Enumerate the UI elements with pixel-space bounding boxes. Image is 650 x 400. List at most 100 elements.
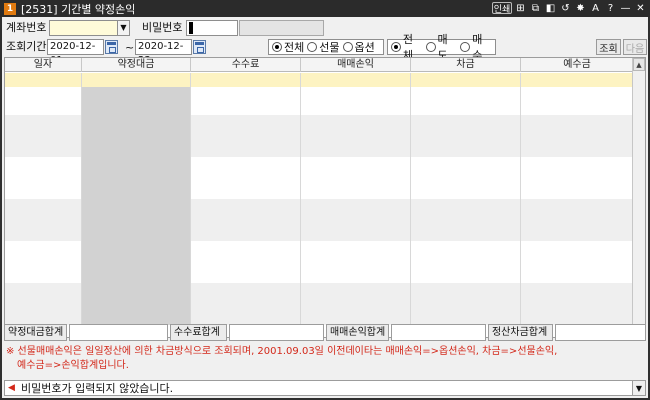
summary-label-pnl: 매매손익합계 <box>325 324 390 341</box>
table-cell <box>191 227 301 241</box>
refresh-icon[interactable]: ↺ <box>559 1 572 15</box>
title-icons: 인쇄 ⊞ ⧉ ◧ ↺ ✸ A ? — ✕ <box>492 1 647 15</box>
table-row[interactable] <box>5 213 633 227</box>
table-cell <box>301 283 411 297</box>
table-cell <box>521 129 633 143</box>
table-cell <box>191 143 301 157</box>
font-size-icon[interactable]: A <box>589 1 602 15</box>
window-title: [2531] 기간별 약정손익 <box>21 2 136 16</box>
table-cell <box>191 171 301 185</box>
table-cell <box>5 143 82 157</box>
table-row[interactable] <box>5 115 633 129</box>
table-cell <box>301 171 411 185</box>
summary-label-contract: 약정대금합계 <box>4 324 68 341</box>
close-icon[interactable]: ✕ <box>634 1 647 15</box>
minimize-icon[interactable]: — <box>619 1 632 15</box>
table-row[interactable] <box>5 227 633 241</box>
text-cursor <box>189 22 193 34</box>
table-cell <box>521 143 633 157</box>
table-cell <box>301 115 411 129</box>
table-row[interactable] <box>5 255 633 269</box>
account-label: 계좌번호 <box>6 21 47 34</box>
table-cell <box>82 143 191 157</box>
table-cell <box>82 185 191 199</box>
table-cell <box>82 213 191 227</box>
date-from-input[interactable]: 2020-12-01 <box>47 39 104 66</box>
table-row[interactable] <box>5 311 633 325</box>
radio-button[interactable] <box>272 42 282 52</box>
radio-button[interactable] <box>391 42 401 52</box>
table-cell <box>5 199 82 213</box>
radio-button[interactable] <box>460 42 471 52</box>
scroll-up-icon[interactable]: ▲ <box>633 58 645 71</box>
notice-line-1: ※ 선물매매손익은 일일정산에 의한 차금방식으로 조회되며, 2001.09.… <box>6 346 558 357</box>
password-info-field <box>239 20 324 36</box>
table-cell <box>411 157 521 171</box>
date-to-input[interactable]: 2020-12-23 <box>135 39 192 66</box>
chevron-down-icon[interactable]: ▼ <box>632 381 645 395</box>
table-cell <box>411 87 521 101</box>
radio-product-options[interactable]: 옵션 <box>342 39 375 55</box>
table-cell <box>521 157 633 171</box>
table-cell <box>5 171 82 185</box>
query-button[interactable]: 조회 <box>596 39 621 55</box>
settings-icon[interactable]: ✸ <box>574 1 587 15</box>
table-row[interactable] <box>5 143 633 157</box>
radio-product-all[interactable]: 전체 <box>272 39 304 55</box>
radio-button[interactable] <box>342 42 353 52</box>
table-cell <box>191 157 301 171</box>
table-cell <box>521 255 633 269</box>
next-button[interactable]: 다음 <box>623 39 647 55</box>
vertical-scrollbar[interactable]: ▲ ▼ <box>632 58 645 337</box>
summary-bar: 약정대금합계 수수료합계 매매손익합계 정산차금합계 <box>4 324 646 341</box>
table-cell <box>521 185 633 199</box>
column-header-difference[interactable]: 차금 <box>411 58 521 72</box>
table-row[interactable] <box>5 87 633 101</box>
radio-button[interactable] <box>425 42 436 52</box>
status-bar: ◀ 비밀번호가 입력되지 않았습니다. ▼ <box>4 380 646 396</box>
print-icon[interactable]: 인쇄 <box>492 2 512 15</box>
column-header-deposit[interactable]: 예수금 <box>521 58 633 72</box>
radio-product-futures[interactable]: 선물 <box>307 39 340 55</box>
table-cell <box>5 73 82 87</box>
table-row[interactable] <box>5 73 633 87</box>
calendar-icon[interactable] <box>105 40 118 54</box>
chevron-down-icon[interactable]: ▼ <box>117 21 129 35</box>
table-row[interactable] <box>5 101 633 115</box>
table-cell <box>191 213 301 227</box>
table-row[interactable] <box>5 171 633 185</box>
table-row[interactable] <box>5 185 633 199</box>
table-row[interactable] <box>5 241 633 255</box>
table-row[interactable] <box>5 199 633 213</box>
table-row[interactable] <box>5 269 633 283</box>
table-row[interactable] <box>5 297 633 311</box>
table-cell <box>191 283 301 297</box>
column-header-trade-pnl[interactable]: 매매손익 <box>301 58 411 72</box>
summary-value-settlement <box>555 324 646 341</box>
table-cell <box>521 283 633 297</box>
layout-icon[interactable]: ◧ <box>544 1 557 15</box>
table-row[interactable] <box>5 157 633 171</box>
period-row: 조회기간 2020-12-01 ~ 2020-12-23 전체 선물 옵션 <box>2 33 648 66</box>
column-header-contract-amount[interactable]: 약정대금 <box>82 58 191 72</box>
table-row[interactable] <box>5 283 633 297</box>
table-cell <box>301 185 411 199</box>
table-row[interactable] <box>5 129 633 143</box>
password-input[interactable] <box>186 20 238 36</box>
link-icon[interactable]: ⊞ <box>514 1 527 15</box>
column-header-fee[interactable]: 수수료 <box>191 58 301 72</box>
table-cell <box>191 101 301 115</box>
table-cell <box>82 73 191 87</box>
column-header-date[interactable]: 일자 <box>5 58 82 72</box>
period-label: 조회기간 <box>6 40 47 53</box>
calendar-icon[interactable] <box>193 40 206 54</box>
radio-button[interactable] <box>307 42 318 52</box>
app-badge-icon: 1 <box>4 2 16 15</box>
table-cell <box>82 297 191 311</box>
table-cell <box>5 213 82 227</box>
copy-icon[interactable]: ⧉ <box>529 1 542 15</box>
title-bar[interactable]: 1 [2531] 기간별 약정손익 인쇄 ⊞ ⧉ ◧ ↺ ✸ A ? — ✕ <box>0 0 650 17</box>
account-select[interactable]: ▼ <box>49 20 130 36</box>
help-icon[interactable]: ? <box>604 1 617 15</box>
results-grid[interactable]: 일자 약정대금 수수료 매매손익 차금 예수금 ▲ ▼ <box>4 57 646 338</box>
